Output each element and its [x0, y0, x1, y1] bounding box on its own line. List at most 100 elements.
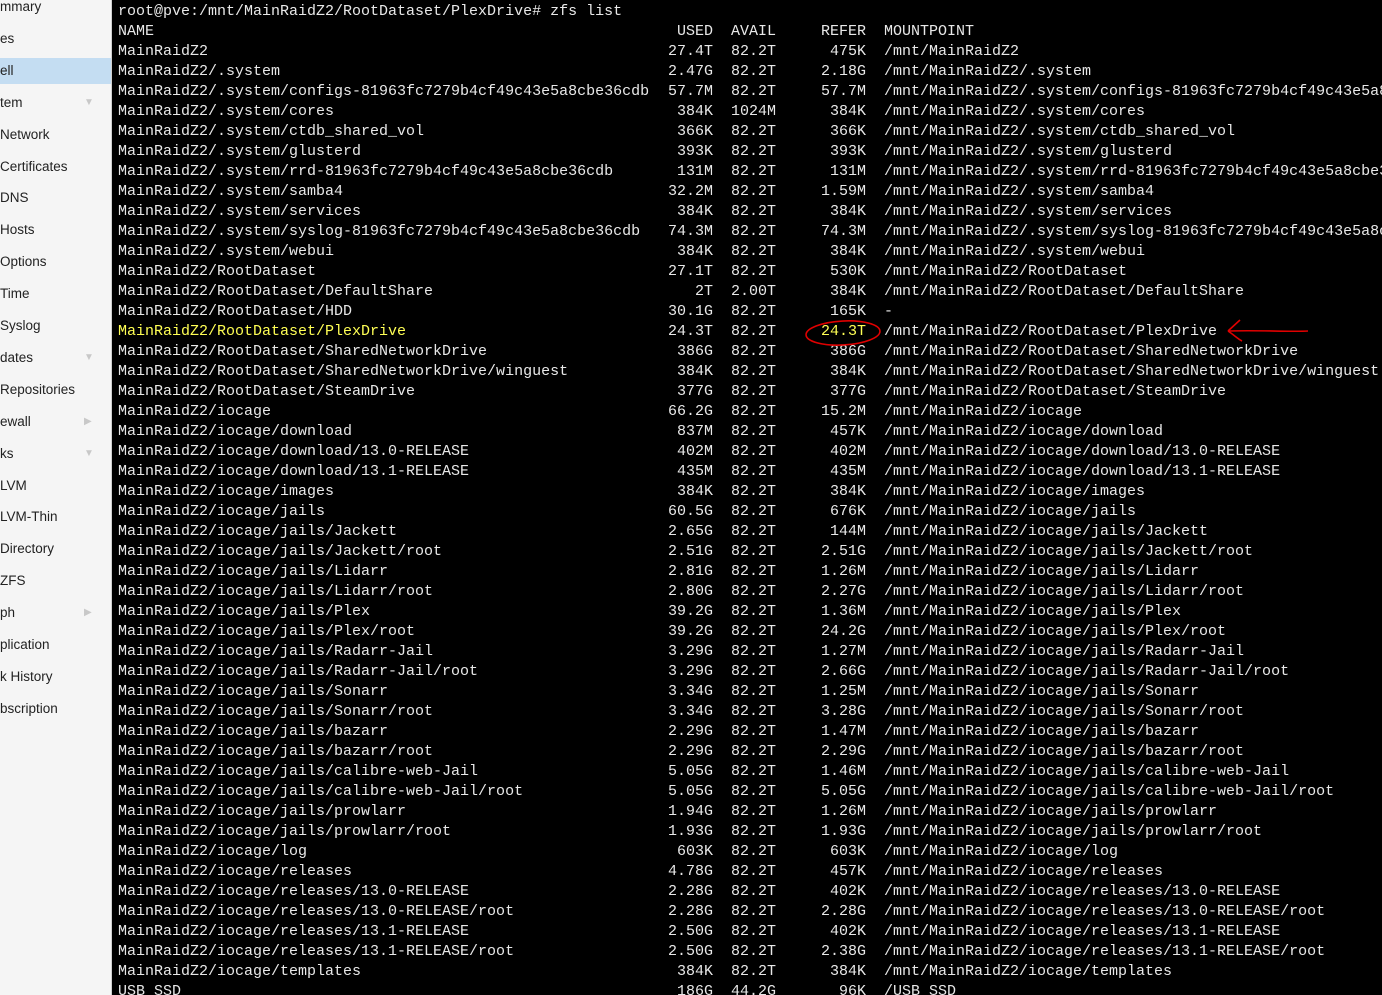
table-row: MainRaidZ2/iocage/jails/calibre-web-Jail… — [112, 782, 1382, 802]
sidebar-item-label: ell — [0, 62, 14, 78]
cell-mount: /mnt/MainRaidZ2/.system/configs-81963fc7… — [884, 83, 1382, 100]
cell-avail: 82.2T — [731, 523, 777, 540]
cell-avail: 82.2T — [731, 363, 777, 380]
cell-name: MainRaidZ2/RootDataset — [118, 263, 317, 280]
cell-used: 39.2G — [667, 603, 713, 620]
cell-mount: /mnt/MainRaidZ2/iocage/jails/Radarr-Jail — [884, 643, 1245, 660]
chevron-down-icon[interactable]: ▼ — [84, 441, 94, 467]
cell-refer: 2.51G — [820, 543, 866, 560]
cell-name: MainRaidZ2/iocage/jails/calibre-web-Jail… — [118, 783, 524, 800]
cell-refer: 402K — [829, 923, 866, 940]
cell-avail: 82.2T — [731, 943, 777, 960]
sidebar-item[interactable]: LVM — [0, 473, 111, 499]
cell-avail: 82.2T — [731, 863, 777, 880]
cell-avail: 82.2T — [731, 43, 777, 60]
cell-mount: /mnt/MainRaidZ2 — [884, 43, 1020, 60]
table-row: MainRaidZ2/RootDataset/SteamDrive 377G 82.… — [112, 382, 1382, 402]
table-row: MainRaidZ2/iocage/releases/13.1-RELEASE 2… — [112, 922, 1382, 942]
sidebar-item[interactable]: Directory — [0, 536, 111, 562]
cell-avail: 82.2T — [731, 663, 777, 680]
cell-used: 5.05G — [667, 783, 713, 800]
cell-avail: 82.2T — [731, 163, 777, 180]
cell-avail: 82.2T — [731, 63, 777, 80]
sidebar-item[interactable]: ZFS — [0, 568, 111, 594]
cell-name: MainRaidZ2/iocage/jails/Jackett — [118, 523, 398, 540]
cell-avail: 82.2T — [731, 443, 777, 460]
cell-refer: 384K — [829, 963, 866, 980]
sidebar-item[interactable]: k History — [0, 664, 111, 690]
cell-avail: 82.2T — [731, 243, 777, 260]
cell-name: MainRaidZ2/iocage/jails — [118, 503, 326, 520]
chevron-right-icon[interactable]: ▶ — [84, 600, 92, 626]
cell-used: 2.47G — [667, 63, 713, 80]
sidebar-item[interactable]: plication — [0, 632, 111, 658]
sidebar-item[interactable]: ewall ▶ — [0, 409, 111, 435]
cell-mount: /mnt/MainRaidZ2/iocage/jails/Plex — [884, 603, 1182, 620]
cell-used: 402M — [676, 443, 713, 460]
cell-mount: /mnt/MainRaidZ2/iocage/jails/calibre-web… — [884, 763, 1290, 780]
sidebar-item[interactable]: ks ▼ — [0, 441, 111, 467]
sidebar-item[interactable]: Network — [0, 122, 111, 148]
chevron-down-icon[interactable]: ▼ — [84, 90, 94, 116]
sidebar-item[interactable]: DNS — [0, 185, 111, 211]
chevron-right-icon[interactable]: ▶ — [84, 409, 92, 435]
sidebar-item[interactable]: Time — [0, 281, 111, 307]
cell-avail: 82.2T — [731, 743, 777, 760]
sidebar-item[interactable]: es — [0, 26, 111, 52]
cell-mount: /mnt/MainRaidZ2/.system/cores — [884, 103, 1146, 120]
chevron-down-icon[interactable]: ▼ — [84, 345, 94, 371]
cell-refer: 5.05G — [820, 783, 866, 800]
cell-avail: 82.2T — [731, 563, 777, 580]
sidebar-item[interactable]: LVM-Thin — [0, 504, 111, 530]
cell-refer: 1.27M — [820, 643, 866, 660]
sidebar-item[interactable]: Syslog — [0, 313, 111, 339]
cell-mount: /mnt/MainRaidZ2/iocage/jails/Jackett/roo… — [884, 543, 1254, 560]
cell-avail: 82.2T — [731, 183, 777, 200]
table-row: MainRaidZ2/iocage/jails/Radarr-Jail 3.29G… — [112, 642, 1382, 662]
cell-avail: 82.2T — [731, 483, 777, 500]
cell-used: 2.28G — [667, 883, 713, 900]
cell-mount: /mnt/MainRaidZ2/.system/glusterd — [884, 143, 1173, 160]
cell-refer: 1.93G — [820, 823, 866, 840]
cell-mount: /mnt/MainRaidZ2/iocage — [884, 403, 1083, 420]
table-row: MainRaidZ2/RootDataset/SharedNetworkDriv… — [112, 362, 1382, 382]
terminal-shell[interactable]: root@pve:/mnt/MainRaidZ2/RootDataset/Ple… — [112, 0, 1382, 995]
cell-name: MainRaidZ2/iocage/templates — [118, 963, 362, 980]
sidebar-item-label: k History — [0, 668, 53, 684]
table-row: MainRaidZ2/iocage/jails/Sonarr/root 3.34G… — [112, 702, 1382, 722]
cell-refer: 3.28G — [820, 703, 866, 720]
cell-refer: 15.2M — [820, 403, 866, 420]
table-row: MainRaidZ2/iocage/jails/Radarr-Jail/root… — [112, 662, 1382, 682]
cell-avail: 82.2T — [731, 263, 777, 280]
cell-avail: 82.2T — [731, 403, 777, 420]
cell-mount: /mnt/MainRaidZ2/RootDataset/PlexDrive — [884, 323, 1218, 340]
sidebar-item[interactable]: Repositories — [0, 377, 111, 403]
cell-mount: /mnt/MainRaidZ2/.system/services — [884, 203, 1173, 220]
table-row: MainRaidZ2/iocage/log 603K 82.2T 603K/mnt/M… — [112, 842, 1382, 862]
sidebar-item[interactable]: ph ▶ — [0, 600, 111, 626]
cell-name: MainRaidZ2/.system/configs-81963fc7279b4… — [118, 83, 650, 100]
cell-refer: 131M — [829, 163, 866, 180]
sidebar-item[interactable]: dates ▼ — [0, 345, 111, 371]
table-row: MainRaidZ2/RootDataset/HDD 30.1G 82.2T 165K… — [112, 302, 1382, 322]
sidebar-item[interactable]: mmary — [0, 0, 111, 20]
cell-avail: 2.00T — [731, 283, 777, 300]
cell-used: 27.4T — [667, 43, 713, 60]
cell-mount: /mnt/MainRaidZ2/iocage/log — [884, 843, 1119, 860]
cell-refer: 457K — [829, 423, 866, 440]
sidebar-item[interactable]: bscription — [0, 696, 111, 722]
sidebar-item[interactable]: Options — [0, 249, 111, 275]
cell-used: 3.29G — [667, 663, 713, 680]
cell-avail: 82.2T — [731, 543, 777, 560]
sidebar-item[interactable]: Certificates — [0, 154, 111, 180]
cell-avail: 82.2T — [731, 203, 777, 220]
sidebar-item[interactable]: ell — [0, 57, 111, 84]
cell-used: 27.1T — [667, 263, 713, 280]
cell-refer: 384K — [829, 283, 866, 300]
cell-name: MainRaidZ2/iocage/jails/Sonarr — [118, 683, 389, 700]
table-row: MainRaidZ2 27.4T 82.2T 475K/mnt/MainRaidZ2 — [112, 42, 1382, 62]
sidebar-item[interactable]: Hosts — [0, 217, 111, 243]
sidebar-item[interactable]: tem ▼ — [0, 90, 111, 116]
cell-name: MainRaidZ2/iocage/jails/Jackett/root — [118, 543, 443, 560]
cell-avail: 44.2G — [731, 983, 777, 995]
